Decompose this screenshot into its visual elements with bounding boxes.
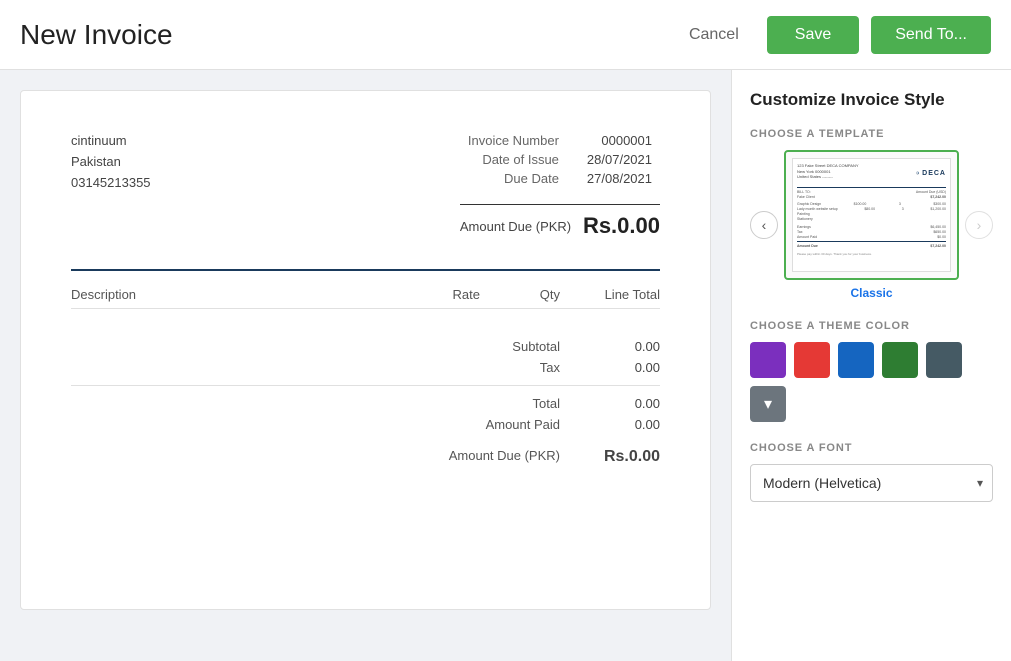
line-items-header: Description Rate Qty Line Total [71, 281, 660, 309]
header: New Invoice Cancel Save Send To... [0, 0, 1011, 70]
invoice-area: cintinuum Pakistan 03145213355 Invoice N… [0, 70, 731, 661]
invoice-number-row: Invoice Number 0000001 [460, 131, 660, 150]
color-swatch-red[interactable] [794, 342, 830, 378]
col-description-header: Description [71, 287, 360, 302]
total-value: 0.00 [580, 396, 660, 411]
color-section-label: CHOOSE A THEME COLOR [750, 320, 993, 332]
cancel-button[interactable]: Cancel [673, 18, 755, 52]
company-phone: 03145213355 [71, 173, 151, 194]
date-of-issue-value: 28/07/2021 [579, 150, 660, 169]
due-date-label: Due Date [460, 169, 579, 188]
date-of-issue-label: Date of Issue [460, 150, 579, 169]
amount-due-final-row: Amount Due (PKR) Rs.0.00 [71, 448, 660, 466]
amount-due-row: Amount Due (PKR) Rs.0.00 [460, 204, 660, 239]
main-layout: cintinuum Pakistan 03145213355 Invoice N… [0, 70, 1011, 661]
page-title: New Invoice [20, 19, 673, 51]
send-button[interactable]: Send To... [871, 16, 991, 54]
more-colors-button[interactable]: ▾ [750, 386, 786, 422]
total-label: Total [420, 396, 580, 411]
sidebar: Customize Invoice Style CHOOSE A TEMPLAT… [731, 70, 1011, 661]
save-button[interactable]: Save [767, 16, 859, 54]
tax-label: Tax [420, 360, 580, 375]
amount-due-label: Amount Due (PKR) [460, 219, 571, 234]
due-date-row: Due Date 27/08/2021 [460, 169, 660, 188]
amount-paid-row: Amount Paid 0.00 [71, 417, 660, 432]
invoice-number-value: 0000001 [579, 131, 660, 150]
font-section-label: CHOOSE A FONT [750, 442, 993, 454]
company-name: cintinuum [71, 131, 151, 152]
due-date-value: 27/08/2021 [579, 169, 660, 188]
col-line-total-header: Line Total [560, 287, 660, 302]
color-swatch-steel[interactable] [926, 342, 962, 378]
tax-value: 0.00 [580, 360, 660, 375]
totals-section: Subtotal 0.00 Tax 0.00 Total 0.00 Amount… [71, 339, 660, 466]
template-preview-inner: 123 Fake Street DECA COMPANY New York 00… [792, 158, 951, 272]
invoice-number-label: Invoice Number [460, 131, 579, 150]
meta-table: Invoice Number 0000001 Date of Issue 28/… [460, 131, 660, 188]
tax-row: Tax 0.00 [71, 360, 660, 375]
total-row: Total 0.00 [71, 396, 660, 411]
font-select[interactable]: Modern (Helvetica)Classic (Times New Rom… [750, 464, 993, 502]
amount-paid-value: 0.00 [580, 417, 660, 432]
template-name: Classic [784, 286, 959, 300]
date-of-issue-row: Date of Issue 28/07/2021 [460, 150, 660, 169]
invoice-paper: cintinuum Pakistan 03145213355 Invoice N… [20, 90, 711, 610]
template-prev-button[interactable]: ‹ [750, 211, 778, 239]
col-rate-header: Rate [360, 287, 480, 302]
amount-paid-label: Amount Paid [420, 417, 580, 432]
subtotal-label: Subtotal [420, 339, 580, 354]
color-swatch-blue[interactable] [838, 342, 874, 378]
company-info: cintinuum Pakistan 03145213355 [71, 131, 151, 239]
sidebar-title: Customize Invoice Style [750, 90, 993, 110]
col-qty-header: Qty [480, 287, 560, 302]
color-chooser: ▾ [750, 342, 993, 422]
amount-due-final-label: Amount Due (PKR) [420, 448, 580, 466]
invoice-meta: Invoice Number 0000001 Date of Issue 28/… [460, 131, 660, 239]
header-actions: Cancel Save Send To... [673, 16, 991, 54]
amount-due-value: Rs.0.00 [583, 213, 660, 239]
template-section-label: CHOOSE A TEMPLATE [750, 128, 993, 140]
template-chooser: ‹ 123 Fake Street DECA COMPANY New York … [750, 150, 993, 300]
template-next-button[interactable]: › [965, 211, 993, 239]
invoice-top: cintinuum Pakistan 03145213355 Invoice N… [71, 131, 660, 239]
color-swatch-green[interactable] [882, 342, 918, 378]
color-swatch-purple[interactable] [750, 342, 786, 378]
totals-separator [71, 385, 660, 386]
subtotal-row: Subtotal 0.00 [71, 339, 660, 354]
font-select-wrapper: Modern (Helvetica)Classic (Times New Rom… [750, 464, 993, 502]
subtotal-value: 0.00 [580, 339, 660, 354]
invoice-divider [71, 269, 660, 271]
template-preview: 123 Fake Street DECA COMPANY New York 00… [784, 150, 959, 280]
amount-due-final-value: Rs.0.00 [580, 448, 660, 466]
company-country: Pakistan [71, 152, 151, 173]
